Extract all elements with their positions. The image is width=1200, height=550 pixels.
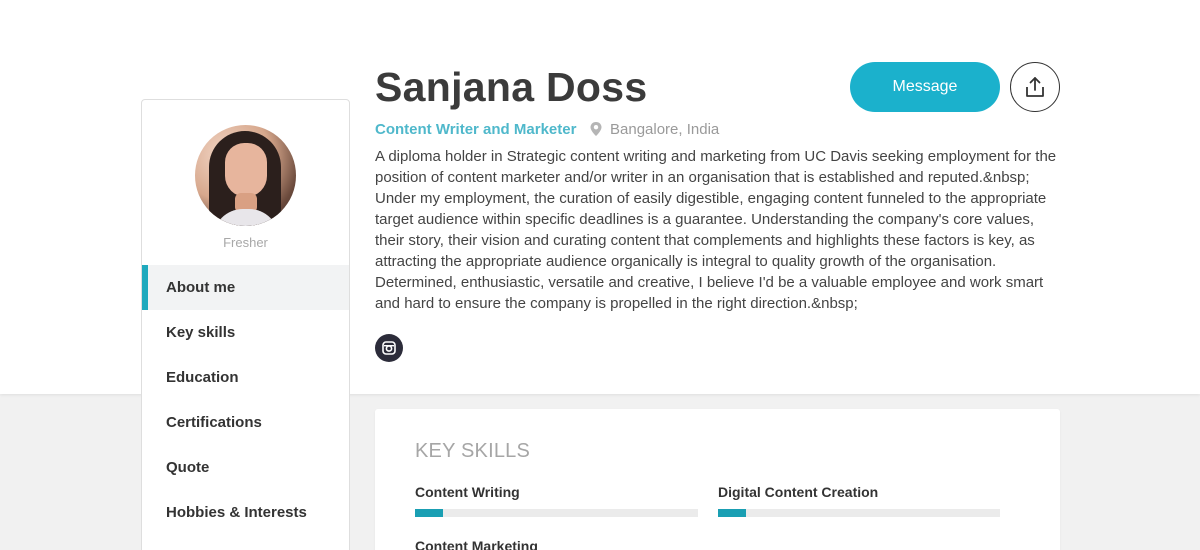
avatar bbox=[195, 125, 296, 226]
experience-level: Fresher bbox=[223, 235, 268, 250]
skill-name: Content Marketing bbox=[415, 538, 538, 550]
sidebar-item-education[interactable]: Education bbox=[142, 355, 349, 400]
skill-bar bbox=[415, 509, 698, 517]
avatar-face bbox=[225, 143, 267, 197]
skill-name: Content Writing bbox=[415, 484, 520, 500]
sidebar-item-about-me[interactable]: About me bbox=[142, 265, 349, 310]
location-pin-icon bbox=[589, 121, 603, 137]
skill-name: Digital Content Creation bbox=[718, 484, 879, 500]
sidebar-item-quote[interactable]: Quote bbox=[142, 445, 349, 490]
profile-sidebar: Fresher About me Key skills Education Ce… bbox=[141, 99, 350, 550]
sidebar-nav: About me Key skills Education Certificat… bbox=[142, 265, 349, 535]
sidebar-item-certifications[interactable]: Certifications bbox=[142, 400, 349, 445]
skill-item: Digital Content Creation bbox=[718, 484, 1000, 517]
profile-location: Bangalore, India bbox=[610, 121, 720, 138]
profile-bio: A diploma holder in Strategic content wr… bbox=[375, 148, 1057, 312]
sidebar-item-hobbies[interactable]: Hobbies & Interests bbox=[142, 490, 349, 535]
share-button[interactable] bbox=[1010, 62, 1060, 112]
profile-role: Content Writer and Marketer bbox=[375, 121, 577, 138]
sidebar-item-key-skills[interactable]: Key skills bbox=[142, 310, 349, 355]
skill-bar bbox=[718, 509, 1000, 517]
key-skills-title: KEY SKILLS bbox=[415, 440, 531, 462]
skill-item: Content Writing bbox=[415, 484, 698, 517]
instagram-icon[interactable] bbox=[375, 334, 403, 362]
skill-bar-fill bbox=[718, 509, 747, 517]
key-skills-card: KEY SKILLS Content Writing Digital Conte… bbox=[375, 409, 1060, 550]
profile-name: Sanjana Doss bbox=[375, 64, 648, 110]
message-button[interactable]: Message bbox=[850, 62, 1000, 112]
skill-bar-fill bbox=[415, 509, 444, 517]
share-icon bbox=[1026, 77, 1044, 97]
skill-item: Content Marketing bbox=[415, 538, 698, 550]
